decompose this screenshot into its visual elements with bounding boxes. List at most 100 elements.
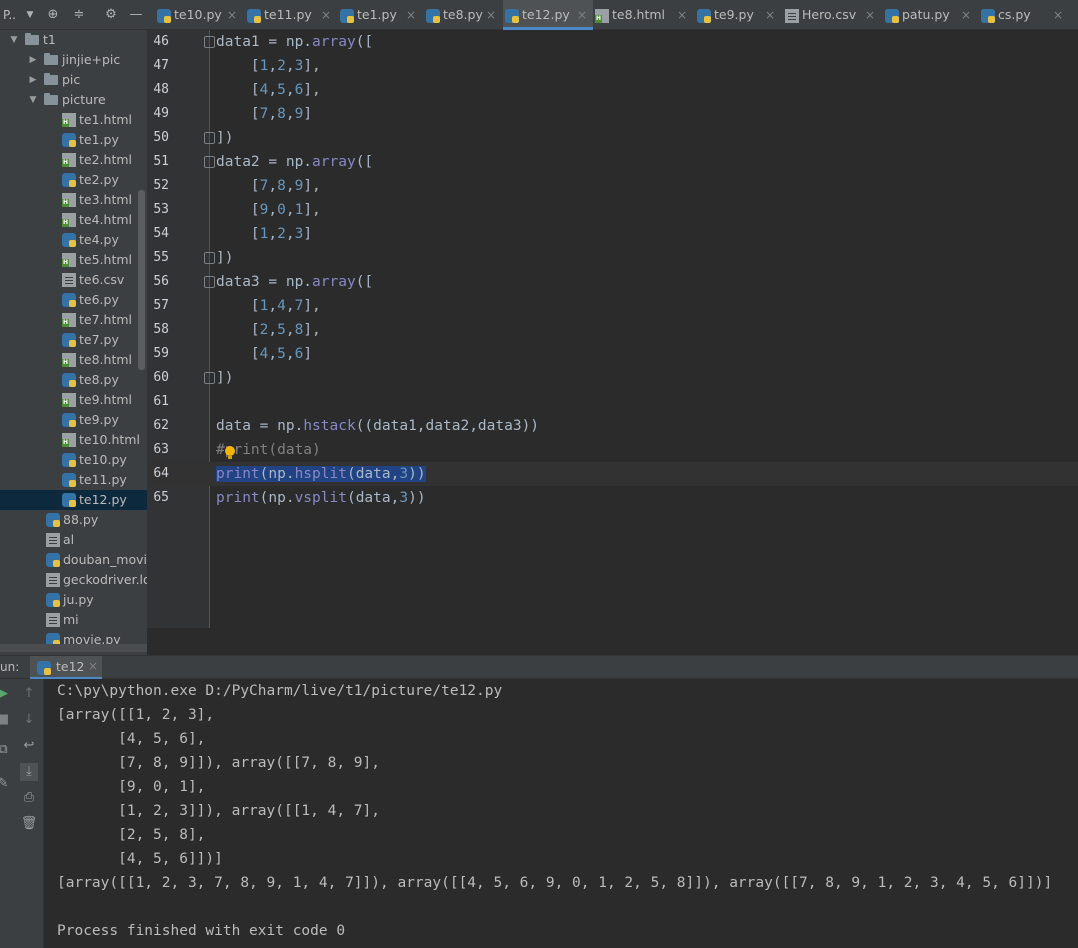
tree-item-t1[interactable]: ▼ t1 xyxy=(0,30,147,50)
code-line[interactable]: 57 [1,4,7], xyxy=(147,294,1078,318)
code-line[interactable]: 54 [1,2,3] xyxy=(147,222,1078,246)
tab-te8-html[interactable]: te8.html × xyxy=(593,0,693,30)
tree-item-te6-csv[interactable]: te6.csv xyxy=(0,270,147,290)
code-line[interactable]: 53 [9,0,1], xyxy=(147,198,1078,222)
arrow-down-icon[interactable]: ↓ xyxy=(20,711,38,729)
tree-item-geckodriver-log[interactable]: geckodriver.log xyxy=(0,570,147,590)
trash-icon[interactable]: 🗑 xyxy=(20,815,38,833)
soft-wrap-icon[interactable]: ↩ xyxy=(20,737,38,755)
close-icon[interactable]: × xyxy=(227,0,237,30)
tree-item-mi[interactable]: mi xyxy=(0,610,147,630)
crosshair-icon[interactable]: ⊕ xyxy=(45,7,61,23)
project-scrollbar[interactable] xyxy=(138,190,145,370)
tree-item-ju-py[interactable]: ju.py xyxy=(0,590,147,610)
tab-cs-py[interactable]: cs.py × xyxy=(979,0,1069,30)
tree-item-te3-html[interactable]: te3.html xyxy=(0,190,147,210)
code-line[interactable]: 49 [7,8,9] xyxy=(147,102,1078,126)
code-editor[interactable]: 46 data1 = np.array([47 [1,2,3], 48 [4,5,6… xyxy=(147,30,1078,628)
chevron-right-icon[interactable]: ▶ xyxy=(27,70,39,90)
project-horizontal-scrollbar[interactable] xyxy=(0,644,147,652)
code-line[interactable]: 58 [2,5,8], xyxy=(147,318,1078,342)
tree-item-88-py[interactable]: 88.py xyxy=(0,510,147,530)
chevron-right-icon[interactable]: ▶ xyxy=(27,50,39,70)
pin-icon[interactable]: ✎ xyxy=(0,775,12,793)
close-icon[interactable]: × xyxy=(577,0,587,30)
code-line[interactable]: 55]) xyxy=(147,246,1078,270)
code-line[interactable]: 62 data = np.hstack((data1,data2,data3)) xyxy=(147,414,1078,438)
close-icon[interactable]: × xyxy=(88,659,98,673)
tab-te11-py[interactable]: te11.py × xyxy=(245,0,337,30)
tree-item-douban-movie[interactable]: douban_movie xyxy=(0,550,147,570)
tree-item-te1-py[interactable]: te1.py xyxy=(0,130,147,150)
code-line[interactable]: 61 xyxy=(147,390,1078,414)
code-line[interactable]: 60]) xyxy=(147,366,1078,390)
run-tab-te12[interactable]: te12 × xyxy=(30,656,102,680)
close-icon[interactable]: × xyxy=(321,0,331,30)
tree-item-te9-py[interactable]: te9.py xyxy=(0,410,147,430)
tab-hero-csv[interactable]: Hero.csv × xyxy=(783,0,881,30)
code-line[interactable]: 59 [4,5,6] xyxy=(147,342,1078,366)
tree-item-picture[interactable]: ▼ picture xyxy=(0,90,147,110)
tree-item-te9-html[interactable]: te9.html xyxy=(0,390,147,410)
arrow-up-icon[interactable]: ↑ xyxy=(20,685,38,703)
code-line[interactable]: 65 print(np.vsplit(data,3)) xyxy=(147,486,1078,510)
tree-item-te7-py[interactable]: te7.py xyxy=(0,330,147,350)
chevron-down-icon[interactable]: ▼ xyxy=(8,30,20,50)
collapse-all-icon[interactable]: ≑ xyxy=(71,7,87,23)
code-line[interactable]: 50]) xyxy=(147,126,1078,150)
fold-icon[interactable] xyxy=(204,132,215,144)
chevron-down-icon[interactable]: ▼ xyxy=(22,7,38,23)
code-line[interactable]: 52 [7,8,9], xyxy=(147,174,1078,198)
tab-te8-py[interactable]: te8.py × xyxy=(424,0,502,30)
layout-icon[interactable]: ⧉ xyxy=(0,741,12,759)
tree-item-te4-py[interactable]: te4.py xyxy=(0,230,147,250)
code-line[interactable]: 56 data3 = np.array([ xyxy=(147,270,1078,294)
tree-item-te11-py[interactable]: te11.py xyxy=(0,470,147,490)
tree-item-al[interactable]: al xyxy=(0,530,147,550)
minimize-icon[interactable]: — xyxy=(128,7,144,23)
close-icon[interactable]: × xyxy=(677,0,687,30)
fold-icon[interactable] xyxy=(204,276,215,288)
tree-item-te6-py[interactable]: te6.py xyxy=(0,290,147,310)
run-console[interactable]: C:\py\python.exe D:/PyCharm/live/t1/pict… xyxy=(44,679,1078,948)
fold-icon[interactable] xyxy=(204,252,215,264)
tree-item-te12-py[interactable]: te12.py xyxy=(0,490,147,510)
tree-item-pic[interactable]: ▶ pic xyxy=(0,70,147,90)
code-line[interactable]: 63 #print(data) xyxy=(147,438,1078,462)
fold-icon[interactable] xyxy=(204,372,215,384)
tab-patu-py[interactable]: patu.py × xyxy=(883,0,977,30)
close-icon[interactable]: × xyxy=(406,0,416,30)
code-line[interactable]: 46 data1 = np.array([ xyxy=(147,30,1078,54)
fold-icon[interactable] xyxy=(204,36,215,48)
tree-item-te10-py[interactable]: te10.py xyxy=(0,450,147,470)
tab-te12-py[interactable]: te12.py × xyxy=(503,0,593,30)
code-line[interactable]: 47 [1,2,3], xyxy=(147,54,1078,78)
print-icon[interactable]: ⎙ xyxy=(20,789,38,807)
fold-icon[interactable] xyxy=(204,156,215,168)
stop-icon[interactable]: ■ xyxy=(0,711,12,729)
close-icon[interactable]: × xyxy=(1053,0,1063,30)
tree-item-te2-py[interactable]: te2.py xyxy=(0,170,147,190)
close-icon[interactable]: × xyxy=(961,0,971,30)
tab-te9-py[interactable]: te9.py × xyxy=(695,0,781,30)
tree-item-te8-html[interactable]: te8.html xyxy=(0,350,147,370)
tab-te10-py[interactable]: te10.py × xyxy=(155,0,243,30)
close-icon[interactable]: × xyxy=(865,0,875,30)
code-line[interactable]: 64 print(np.hsplit(data,3)) xyxy=(147,462,1078,486)
tree-item-te7-html[interactable]: te7.html xyxy=(0,310,147,330)
close-icon[interactable]: × xyxy=(765,0,775,30)
project-panel-title[interactable]: P.. xyxy=(3,8,16,22)
tab-te1-py[interactable]: te1.py × xyxy=(338,0,422,30)
tree-item-te1-html[interactable]: te1.html xyxy=(0,110,147,130)
scroll-to-end-icon[interactable]: ⤓ xyxy=(20,763,38,781)
tree-item-te4-html[interactable]: te4.html xyxy=(0,210,147,230)
rerun-icon[interactable]: ▶ xyxy=(0,685,12,703)
close-icon[interactable]: × xyxy=(486,0,496,30)
lightbulb-icon[interactable] xyxy=(225,446,235,459)
chevron-down-icon[interactable]: ▼ xyxy=(27,90,39,110)
tree-item-te10-html[interactable]: te10.html xyxy=(0,430,147,450)
tree-item-te2-html[interactable]: te2.html xyxy=(0,150,147,170)
gear-icon[interactable]: ⚙ xyxy=(103,7,119,23)
tree-item-jinjie-pic[interactable]: ▶ jinjie+pic xyxy=(0,50,147,70)
tree-item-te8-py[interactable]: te8.py xyxy=(0,370,147,390)
